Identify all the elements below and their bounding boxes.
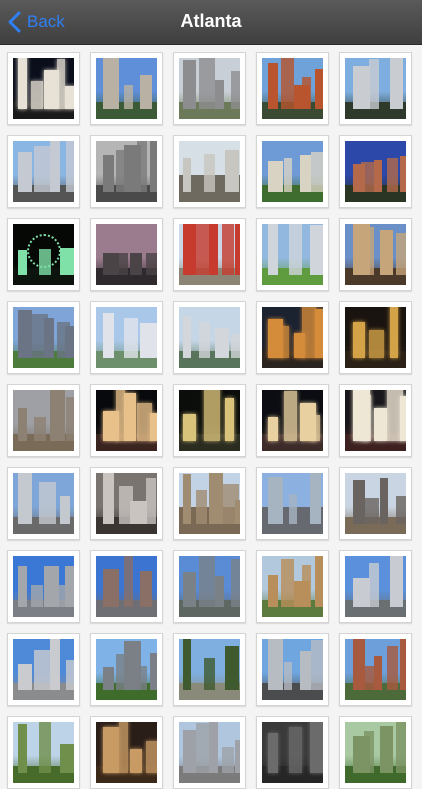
photo-thumbnail[interactable] xyxy=(256,301,329,374)
photo-image xyxy=(96,58,157,119)
photo-image xyxy=(179,390,240,451)
photo-image xyxy=(13,224,74,285)
photo-image xyxy=(13,141,74,202)
photo-image xyxy=(13,473,74,534)
photo-thumbnail[interactable] xyxy=(173,467,246,540)
photo-thumbnail[interactable] xyxy=(173,301,246,374)
photo-thumbnail[interactable] xyxy=(90,384,163,457)
photo-image xyxy=(13,58,74,119)
photo-thumbnail[interactable] xyxy=(90,135,163,208)
photo-image xyxy=(345,639,406,700)
photo-image xyxy=(345,224,406,285)
photo-image xyxy=(262,722,323,783)
photo-image xyxy=(345,556,406,617)
photo-image xyxy=(96,722,157,783)
photo-image xyxy=(13,390,74,451)
photo-image xyxy=(13,722,74,783)
photo-thumbnail[interactable] xyxy=(339,467,412,540)
photo-thumbnail[interactable] xyxy=(7,52,80,125)
photo-image xyxy=(13,307,74,368)
photo-thumbnail[interactable] xyxy=(7,218,80,291)
photo-image xyxy=(179,473,240,534)
photo-thumbnail[interactable] xyxy=(256,716,329,789)
photo-thumbnail[interactable] xyxy=(7,716,80,789)
photo-image xyxy=(179,58,240,119)
photo-image xyxy=(179,141,240,202)
photo-thumbnail[interactable] xyxy=(339,550,412,623)
photo-thumbnail[interactable] xyxy=(90,52,163,125)
photo-image xyxy=(96,390,157,451)
photo-image xyxy=(345,390,406,451)
photo-thumbnail[interactable] xyxy=(256,467,329,540)
photo-thumbnail[interactable] xyxy=(339,52,412,125)
photo-thumbnail[interactable] xyxy=(339,384,412,457)
photo-thumbnail[interactable] xyxy=(256,633,329,706)
photo-image xyxy=(13,639,74,700)
photo-thumbnail[interactable] xyxy=(173,218,246,291)
photo-image xyxy=(179,556,240,617)
photo-image xyxy=(96,639,157,700)
photo-thumbnail[interactable] xyxy=(256,384,329,457)
photo-thumbnail[interactable] xyxy=(90,467,163,540)
photo-grid xyxy=(7,52,412,789)
photo-image xyxy=(96,141,157,202)
photo-thumbnail[interactable] xyxy=(7,135,80,208)
photo-image xyxy=(13,556,74,617)
photo-image xyxy=(96,473,157,534)
photo-image xyxy=(179,722,240,783)
photo-image xyxy=(345,722,406,783)
photo-image xyxy=(345,307,406,368)
photo-thumbnail[interactable] xyxy=(90,550,163,623)
photo-image xyxy=(262,307,323,368)
photo-thumbnail[interactable] xyxy=(173,633,246,706)
photo-thumbnail[interactable] xyxy=(339,301,412,374)
photo-image xyxy=(262,556,323,617)
photo-thumbnail[interactable] xyxy=(7,633,80,706)
photo-image xyxy=(96,556,157,617)
photo-image xyxy=(96,307,157,368)
photo-image xyxy=(262,58,323,119)
photo-thumbnail[interactable] xyxy=(339,218,412,291)
photo-thumbnail[interactable] xyxy=(90,218,163,291)
photo-image xyxy=(179,639,240,700)
page-title: Atlanta xyxy=(180,11,242,31)
photo-image xyxy=(262,141,323,202)
photo-thumbnail[interactable] xyxy=(173,52,246,125)
photo-image xyxy=(262,639,323,700)
photo-image xyxy=(96,224,157,285)
photo-thumbnail[interactable] xyxy=(90,633,163,706)
photo-thumbnail[interactable] xyxy=(7,467,80,540)
photo-thumbnail[interactable] xyxy=(7,301,80,374)
photo-thumbnail[interactable] xyxy=(7,384,80,457)
photo-image xyxy=(345,141,406,202)
photo-thumbnail[interactable] xyxy=(339,633,412,706)
photo-thumbnail[interactable] xyxy=(173,716,246,789)
photo-thumbnail[interactable] xyxy=(7,550,80,623)
photo-thumbnail[interactable] xyxy=(256,135,329,208)
photo-image xyxy=(262,390,323,451)
photo-image xyxy=(179,307,240,368)
photo-thumbnail[interactable] xyxy=(339,135,412,208)
photo-thumbnail[interactable] xyxy=(339,716,412,789)
photo-thumbnail[interactable] xyxy=(90,301,163,374)
photo-thumbnail[interactable] xyxy=(173,135,246,208)
photo-thumbnail[interactable] xyxy=(173,384,246,457)
photo-thumbnail[interactable] xyxy=(256,550,329,623)
photo-thumbnail[interactable] xyxy=(256,218,329,291)
photo-image xyxy=(262,473,323,534)
photo-image xyxy=(345,58,406,119)
navigation-bar: Back Atlanta xyxy=(0,0,422,45)
photo-thumbnail[interactable] xyxy=(173,550,246,623)
photo-image xyxy=(345,473,406,534)
photo-thumbnail[interactable] xyxy=(256,52,329,125)
photo-thumbnail[interactable] xyxy=(90,716,163,789)
photo-image xyxy=(179,224,240,285)
photo-image xyxy=(262,224,323,285)
